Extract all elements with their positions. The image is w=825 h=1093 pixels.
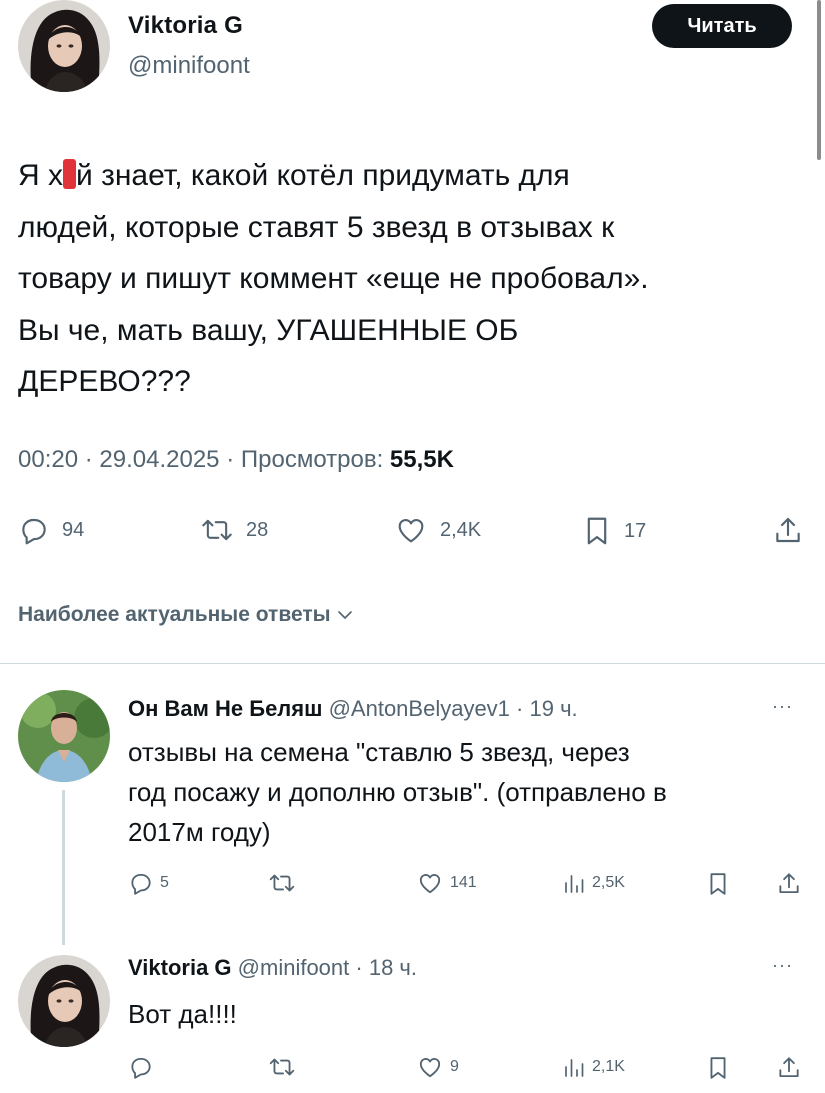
tweet-date[interactable]: 29.04.2025 bbox=[99, 446, 219, 473]
follow-button[interactable]: Читать bbox=[652, 4, 792, 48]
tweet-text-line: Вы че, мать вашу, УГАШЕННЫЕ ОБ bbox=[18, 313, 519, 347]
tweet-actions: 94 28 2,4K 17 bbox=[0, 514, 825, 554]
bookmark-count: 17 bbox=[624, 519, 647, 542]
reply-repost-button[interactable] bbox=[268, 1054, 296, 1080]
reply-author-handle[interactable]: @minifoont bbox=[238, 955, 350, 980]
reply-views-count: 2,5K bbox=[592, 874, 625, 891]
views-chart-icon bbox=[565, 875, 584, 893]
repost-icon bbox=[269, 874, 295, 892]
like-button[interactable]: 2,4K bbox=[394, 514, 481, 546]
reply-avatar[interactable] bbox=[18, 690, 110, 782]
heart-icon bbox=[419, 874, 441, 894]
avatar-photo bbox=[18, 955, 110, 1047]
meta-separator: · bbox=[226, 446, 235, 473]
repost-icon bbox=[269, 1058, 295, 1076]
reply-views-button[interactable]: 2,1K bbox=[562, 1054, 625, 1080]
heart-icon bbox=[398, 519, 424, 543]
reply-views-count: 2,1K bbox=[592, 1058, 625, 1075]
reply-time[interactable]: · 18 ч. bbox=[355, 955, 417, 980]
censor-mark bbox=[63, 159, 76, 189]
tweet-text-line: ДЕРЕВО??? bbox=[18, 365, 191, 398]
repost-button[interactable]: 28 bbox=[200, 514, 268, 546]
reply-text-line: 2017м году) bbox=[128, 817, 271, 847]
author-handle[interactable]: @minifoont bbox=[128, 52, 250, 80]
replies-sort-label: Наиболее актуальные ответы bbox=[18, 603, 331, 626]
tweet-text-line: товару и пишут коммент «еще не пробовал»… bbox=[18, 262, 649, 295]
author-avatar[interactable] bbox=[18, 0, 110, 92]
tweet-text-line: людей, которые ставят 5 звезд в отзывах … bbox=[18, 210, 615, 244]
reply-button[interactable]: 94 bbox=[18, 514, 84, 546]
reply-bookmark-button[interactable] bbox=[706, 870, 730, 898]
more-options-icon[interactable]: ··· bbox=[772, 696, 793, 717]
chevron-down-icon bbox=[337, 611, 352, 619]
reply-like-button[interactable]: 141 bbox=[416, 870, 477, 896]
reply-text-line: Вот да!!!! bbox=[128, 999, 237, 1029]
bookmark-icon bbox=[710, 873, 726, 895]
author-name[interactable]: Viktoria G bbox=[128, 12, 243, 40]
reply-author-name[interactable]: Viktoria G bbox=[128, 955, 232, 980]
reply-share-button[interactable] bbox=[776, 1054, 802, 1082]
views-count: 55,5K bbox=[389, 446, 454, 473]
thread-connector bbox=[62, 790, 65, 945]
share-icon bbox=[779, 873, 799, 894]
tweet-time[interactable]: 00:20 bbox=[18, 446, 78, 473]
bookmark-icon bbox=[710, 1057, 726, 1079]
views-chart-icon bbox=[565, 1059, 584, 1077]
reply-avatar[interactable] bbox=[18, 955, 110, 1047]
reply-share-button[interactable] bbox=[776, 870, 802, 898]
reply-bookmark-button[interactable] bbox=[706, 1054, 730, 1082]
reply-reply-count: 5 bbox=[160, 874, 169, 891]
replies-sort-dropdown[interactable]: Наиболее актуальные ответы bbox=[18, 603, 353, 627]
tweet-text-fragment: й знает, какой котёл придумать для bbox=[76, 159, 570, 192]
reply-reply-button[interactable] bbox=[128, 1054, 154, 1080]
tweet-meta: 00:20 · 29.04.2025 · Просмотров: 55,5K bbox=[18, 446, 454, 474]
reply-text: Вот да!!!! bbox=[128, 994, 237, 1034]
tweet-text: Я х й знает, какой котёл придумать для лю… bbox=[18, 150, 798, 408]
reply-like-count: 141 bbox=[450, 874, 477, 891]
tweet-text-line: Я х й знает, какой котёл придумать для bbox=[18, 150, 798, 202]
bookmark-button[interactable]: 17 bbox=[582, 514, 646, 548]
like-count: 2,4K bbox=[440, 518, 482, 541]
reply-author-handle[interactable]: @AntonBelyayev1 bbox=[329, 696, 510, 721]
tweet-text-fragment: Я х bbox=[18, 159, 63, 192]
reply-icon bbox=[131, 873, 151, 895]
reply-repost-button[interactable] bbox=[268, 870, 296, 896]
repost-count: 28 bbox=[246, 518, 269, 541]
share-icon bbox=[779, 1057, 799, 1078]
repost-icon bbox=[202, 519, 232, 541]
scrollbar[interactable] bbox=[817, 0, 821, 160]
bookmark-icon bbox=[587, 517, 607, 545]
share-button[interactable] bbox=[772, 514, 804, 548]
reply-views-button[interactable]: 2,5K bbox=[562, 870, 625, 896]
reply-time[interactable]: · 19 ч. bbox=[516, 696, 578, 721]
reply-text-line: год посажу и дополню отзыв". (отправлено… bbox=[128, 777, 667, 807]
meta-separator: · bbox=[84, 446, 93, 473]
heart-icon bbox=[419, 1058, 441, 1078]
divider bbox=[0, 663, 825, 664]
reply-like-count: 9 bbox=[450, 1058, 459, 1075]
avatar-photo bbox=[18, 0, 110, 92]
reply-text: отзывы на семена "ставлю 5 звезд, через … bbox=[128, 732, 667, 852]
reply-icon bbox=[22, 518, 46, 545]
reply-count: 94 bbox=[62, 518, 85, 541]
reply-like-button[interactable]: 9 bbox=[416, 1054, 459, 1080]
more-options-icon[interactable]: ··· bbox=[772, 955, 793, 976]
reply-text-line: отзывы на семена "ставлю 5 звезд, через bbox=[128, 737, 630, 767]
reply-header: Viktoria G @minifoont · 18 ч. bbox=[128, 955, 417, 981]
reply-header: Он Вам Не Беляш @AntonBelyayev1 · 19 ч. bbox=[128, 696, 578, 722]
share-icon bbox=[776, 517, 800, 543]
views-label: Просмотров: bbox=[240, 446, 384, 473]
avatar-photo bbox=[18, 690, 110, 782]
reply-icon bbox=[131, 1057, 151, 1079]
reply-author-name[interactable]: Он Вам Не Беляш bbox=[128, 696, 322, 721]
reply-reply-button[interactable]: 5 bbox=[128, 870, 169, 896]
